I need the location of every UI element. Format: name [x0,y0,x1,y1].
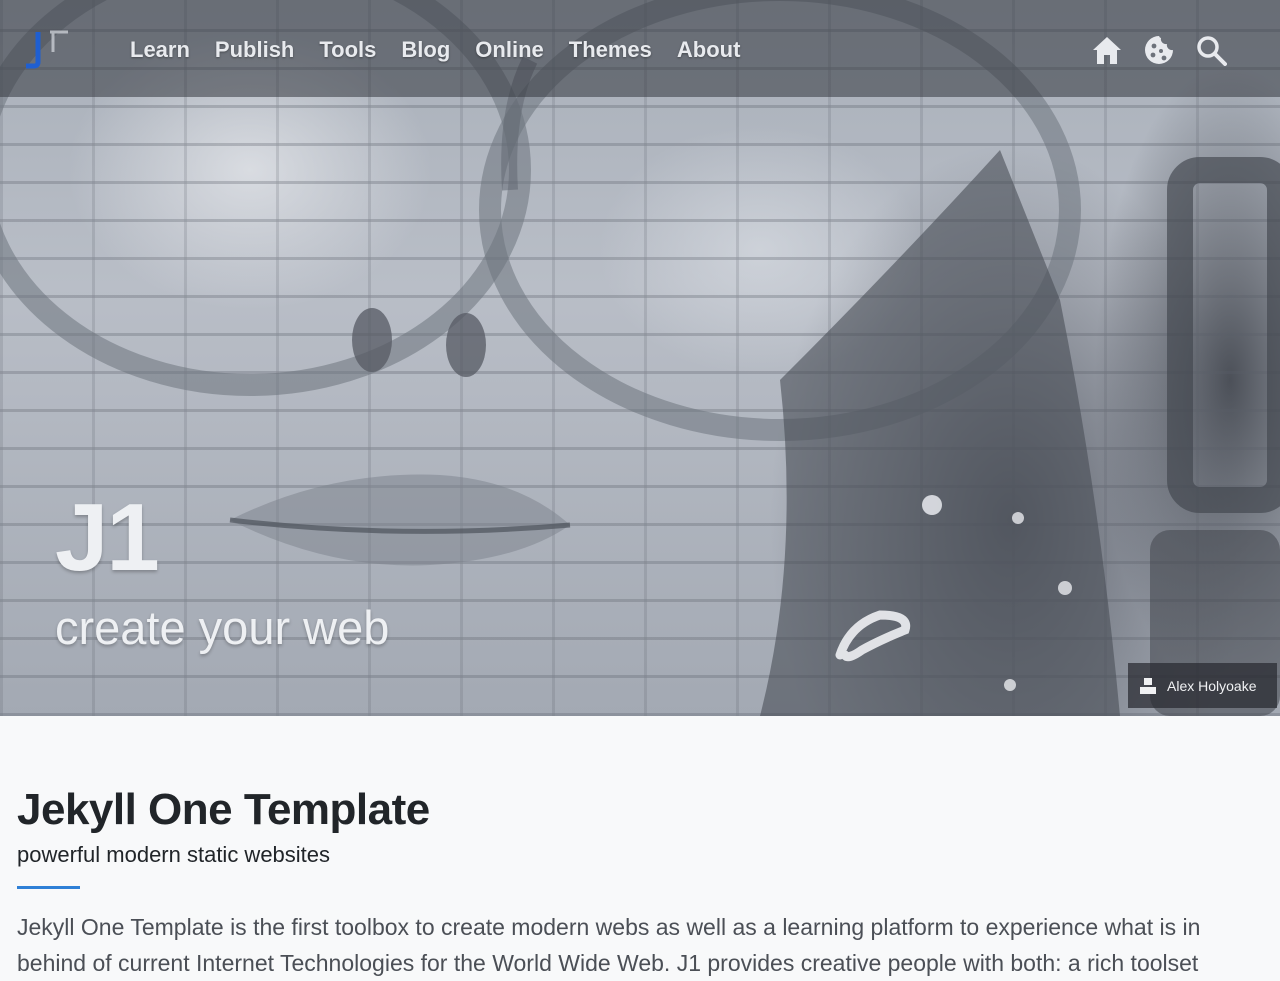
title-underline [17,886,80,889]
top-navbar: Learn Publish Tools Blog Online Themes A… [0,0,1280,97]
j1-logo[interactable] [22,28,72,72]
lead-paragraph: Jekyll One Template is the first toolbox… [17,914,1201,976]
search-icon[interactable] [1194,33,1228,67]
photo-credit-icon [1139,677,1157,695]
nav-learn[interactable]: Learn [130,36,190,64]
hero-banner: Learn Publish Tools Blog Online Themes A… [0,0,1280,716]
image-credit[interactable]: Alex Holyoake [1128,663,1277,708]
nav-online[interactable]: Online [475,36,543,64]
nav-about[interactable]: About [677,36,741,64]
main-content: Jekyll One Template powerful modern stat… [17,784,1257,981]
hero-tagline: create your web [55,601,390,654]
home-icon[interactable] [1090,33,1124,67]
hero-title: J1 [55,484,160,591]
page-subtitle: powerful modern static websites [17,842,331,867]
page-title: Jekyll One Template [17,785,430,834]
nav-publish[interactable]: Publish [215,36,294,64]
nav-quicklinks [1072,33,1228,67]
credit-author: Alex Holyoake [1167,677,1257,694]
nav-themes[interactable]: Themes [569,36,652,64]
cookie-icon[interactable] [1142,33,1176,67]
nav-tools[interactable]: Tools [319,36,376,64]
nav-blog[interactable]: Blog [401,36,450,64]
main-menu: Learn Publish Tools Blog Online Themes A… [130,36,765,64]
